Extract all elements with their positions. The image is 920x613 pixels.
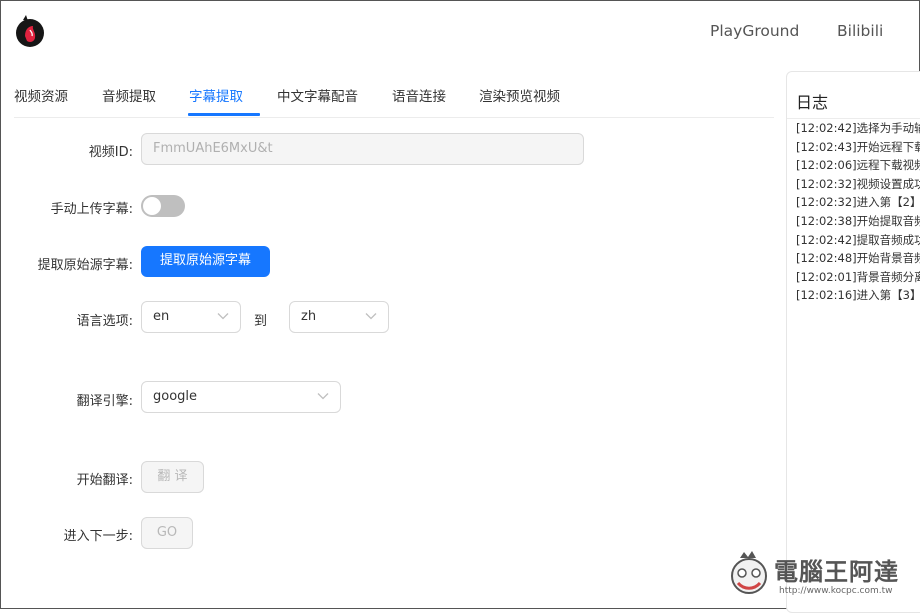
log-line: [12:02:42]提取音频成功 bbox=[796, 232, 920, 247]
translate-label: 开始翻译: bbox=[76, 473, 133, 488]
tab-audio-extract[interactable]: 音频提取 bbox=[102, 85, 156, 105]
extract-source-label: 提取原始源字幕: bbox=[37, 258, 133, 273]
nav-bilibili[interactable]: Bilibili bbox=[837, 22, 883, 40]
translate-button[interactable]: 翻 译 bbox=[141, 461, 204, 493]
log-line: [12:02:06]远程下载视频 bbox=[796, 158, 920, 173]
log-list: [12:02:42]选择为手动输 [12:02:43]开始远程下载 [12:02… bbox=[796, 119, 920, 305]
log-panel: 日志 [12:02:42]选择为手动输 [12:02:43]开始远程下载 [12… bbox=[786, 71, 920, 613]
watermark-url: http://www.kocpc.com.tw bbox=[779, 586, 893, 596]
log-line: [12:02:16]进入第【3】个 bbox=[796, 288, 920, 303]
tab-video-resource[interactable]: 视频资源 bbox=[14, 85, 68, 105]
video-id-input[interactable]: FmmUAhE6MxU&t bbox=[141, 133, 584, 165]
nav-playground[interactable]: PlayGround bbox=[710, 22, 799, 40]
log-title: 日志 bbox=[796, 93, 829, 112]
next-step-label: 进入下一步: bbox=[63, 529, 133, 544]
log-line: [12:02:01]背景音频分离 bbox=[796, 269, 920, 284]
to-label: 到 bbox=[254, 314, 268, 329]
manual-upload-toggle[interactable] bbox=[141, 195, 185, 217]
chevron-down-icon bbox=[217, 313, 229, 320]
toggle-knob bbox=[143, 197, 161, 215]
translation-engine-select[interactable]: google bbox=[141, 381, 341, 413]
manual-upload-label: 手动上传字幕: bbox=[50, 202, 133, 217]
app-logo-icon[interactable] bbox=[14, 14, 46, 48]
target-language-value: zh bbox=[301, 309, 317, 324]
engine-label: 翻译引擎: bbox=[76, 394, 133, 409]
active-tab-indicator bbox=[188, 113, 260, 116]
video-id-label: 视频ID: bbox=[88, 145, 133, 160]
target-language-select[interactable]: zh bbox=[289, 301, 389, 333]
tab-chinese-dubbing[interactable]: 中文字幕配音 bbox=[277, 85, 358, 105]
chevron-down-icon bbox=[317, 393, 329, 400]
tab-render-preview[interactable]: 渲染预览视频 bbox=[479, 85, 560, 105]
log-line: [12:02:38]开始提取音频 bbox=[796, 213, 920, 228]
go-button[interactable]: GO bbox=[141, 517, 193, 549]
tab-voice-connect[interactable]: 语音连接 bbox=[392, 85, 446, 105]
log-line: [12:02:32]进入第【2】 bbox=[796, 195, 920, 210]
tab-bar: 视频资源 音频提取 字幕提取 中文字幕配音 语音连接 渲染预览视频 bbox=[14, 85, 774, 118]
log-line: [12:02:42]选择为手动输 bbox=[796, 121, 920, 135]
source-language-value: en bbox=[153, 309, 170, 324]
log-line: [12:02:43]开始远程下载 bbox=[796, 139, 920, 154]
source-language-select[interactable]: en bbox=[141, 301, 241, 333]
tab-subtitle-extract[interactable]: 字幕提取 bbox=[189, 85, 243, 105]
watermark-title: 電腦王阿達 bbox=[774, 558, 899, 586]
mascot-icon bbox=[731, 551, 767, 594]
log-line: [12:02:32]视频设置成功 bbox=[796, 176, 920, 191]
language-label: 语言选项: bbox=[76, 314, 133, 329]
translation-engine-value: google bbox=[153, 389, 198, 404]
extract-source-button[interactable]: 提取原始源字幕 bbox=[141, 246, 270, 277]
watermark: 電腦王阿達 http://www.kocpc.com.tw bbox=[726, 548, 916, 604]
log-line: [12:02:48]开始背景音频 bbox=[796, 251, 920, 266]
chevron-down-icon bbox=[365, 313, 377, 320]
